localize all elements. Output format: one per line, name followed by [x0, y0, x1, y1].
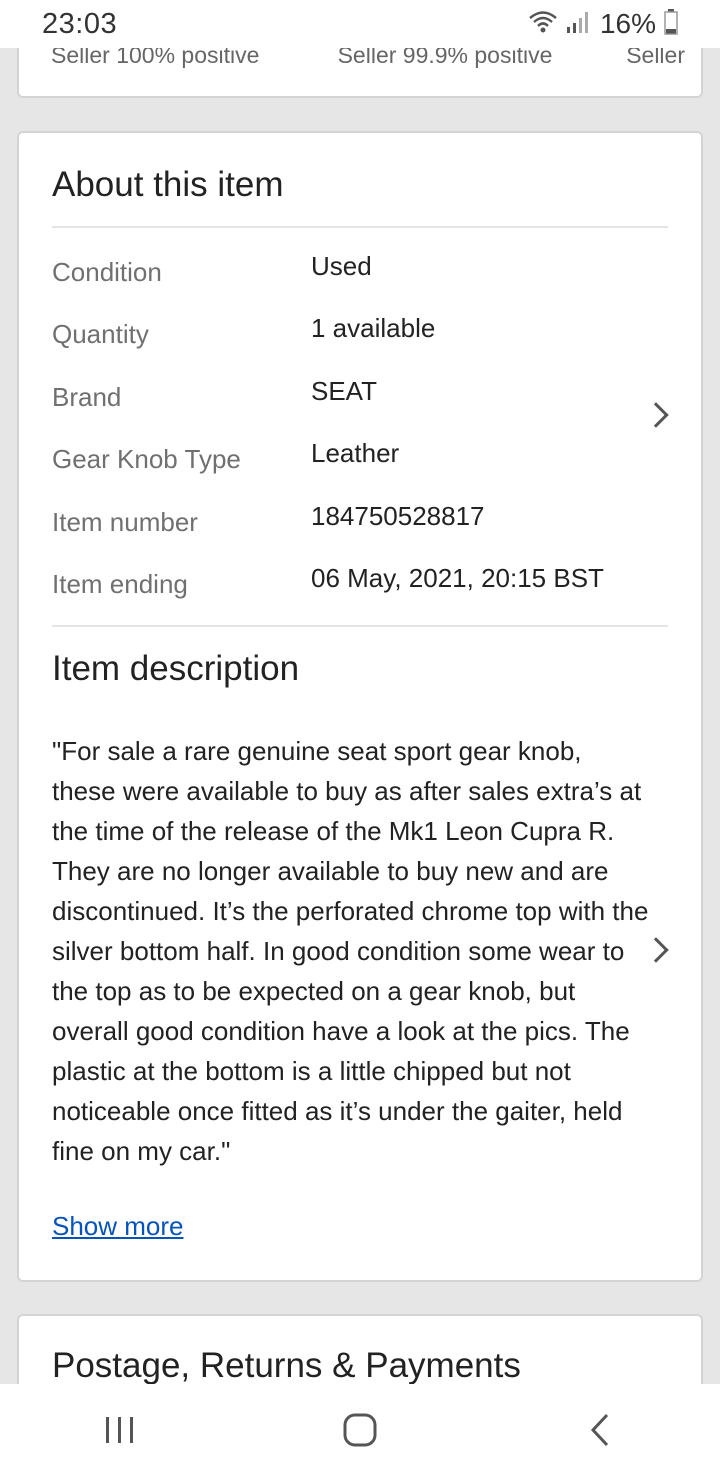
spec-value: 06 May, 2021, 20:15 BST: [311, 562, 604, 593]
status-icons: 16%: [528, 8, 678, 40]
spec-row-quantity: Quantity 1 available: [52, 313, 652, 375]
back-button[interactable]: [540, 1384, 660, 1480]
signal-icon: [566, 10, 592, 39]
divider: [52, 625, 668, 627]
show-more-link[interactable]: Show more: [52, 1211, 184, 1242]
battery-icon: [664, 8, 678, 40]
spec-label: Condition: [52, 257, 162, 287]
spec-row-condition: Condition Used: [52, 251, 652, 313]
wifi-icon: [528, 10, 558, 39]
spec-label: Brand: [52, 381, 122, 412]
back-icon: [588, 1412, 612, 1453]
spec-row-item-ending: Item ending 06 May, 2021, 20:15 BST: [52, 563, 652, 625]
recent-apps-button[interactable]: [60, 1384, 180, 1480]
spec-row-brand: Brand SEAT: [52, 376, 652, 438]
home-button[interactable]: [300, 1384, 420, 1480]
description-text[interactable]: "For sale a rare genuine seat sport gear…: [52, 731, 652, 1171]
spec-label: Gear Knob Type: [52, 444, 241, 475]
spec-value: Leather: [311, 438, 400, 469]
spec-value: SEAT: [311, 375, 377, 406]
spec-label: Item ending: [52, 568, 188, 599]
status-bar: 23:03 16%: [0, 0, 720, 48]
battery-percent: 16%: [599, 8, 656, 39]
status-time: 23:03: [42, 7, 118, 40]
navigation-bar: [0, 1384, 720, 1480]
spec-label: Quantity: [52, 319, 149, 350]
description-title: Item description: [52, 649, 300, 688]
spec-row-item-number: Item number 184750528817: [52, 501, 652, 563]
spec-value: 184750528817: [311, 500, 485, 531]
spec-label: Item number: [52, 506, 198, 537]
postage-title: Postage, Returns & Payments: [52, 1346, 521, 1385]
recent-apps-icon: [103, 1415, 137, 1450]
spec-value: 1 available: [311, 313, 436, 344]
spec-row-gear-knob-type: Gear Knob Type Leather: [52, 438, 652, 500]
about-item-card: About this item Condition Used Quantity …: [17, 131, 703, 1282]
item-specifics[interactable]: Condition Used Quantity 1 available Bran…: [52, 251, 652, 625]
about-title: About this item: [52, 165, 284, 204]
spec-value: Used: [311, 251, 372, 281]
home-icon: [342, 1412, 378, 1453]
divider: [52, 226, 668, 228]
